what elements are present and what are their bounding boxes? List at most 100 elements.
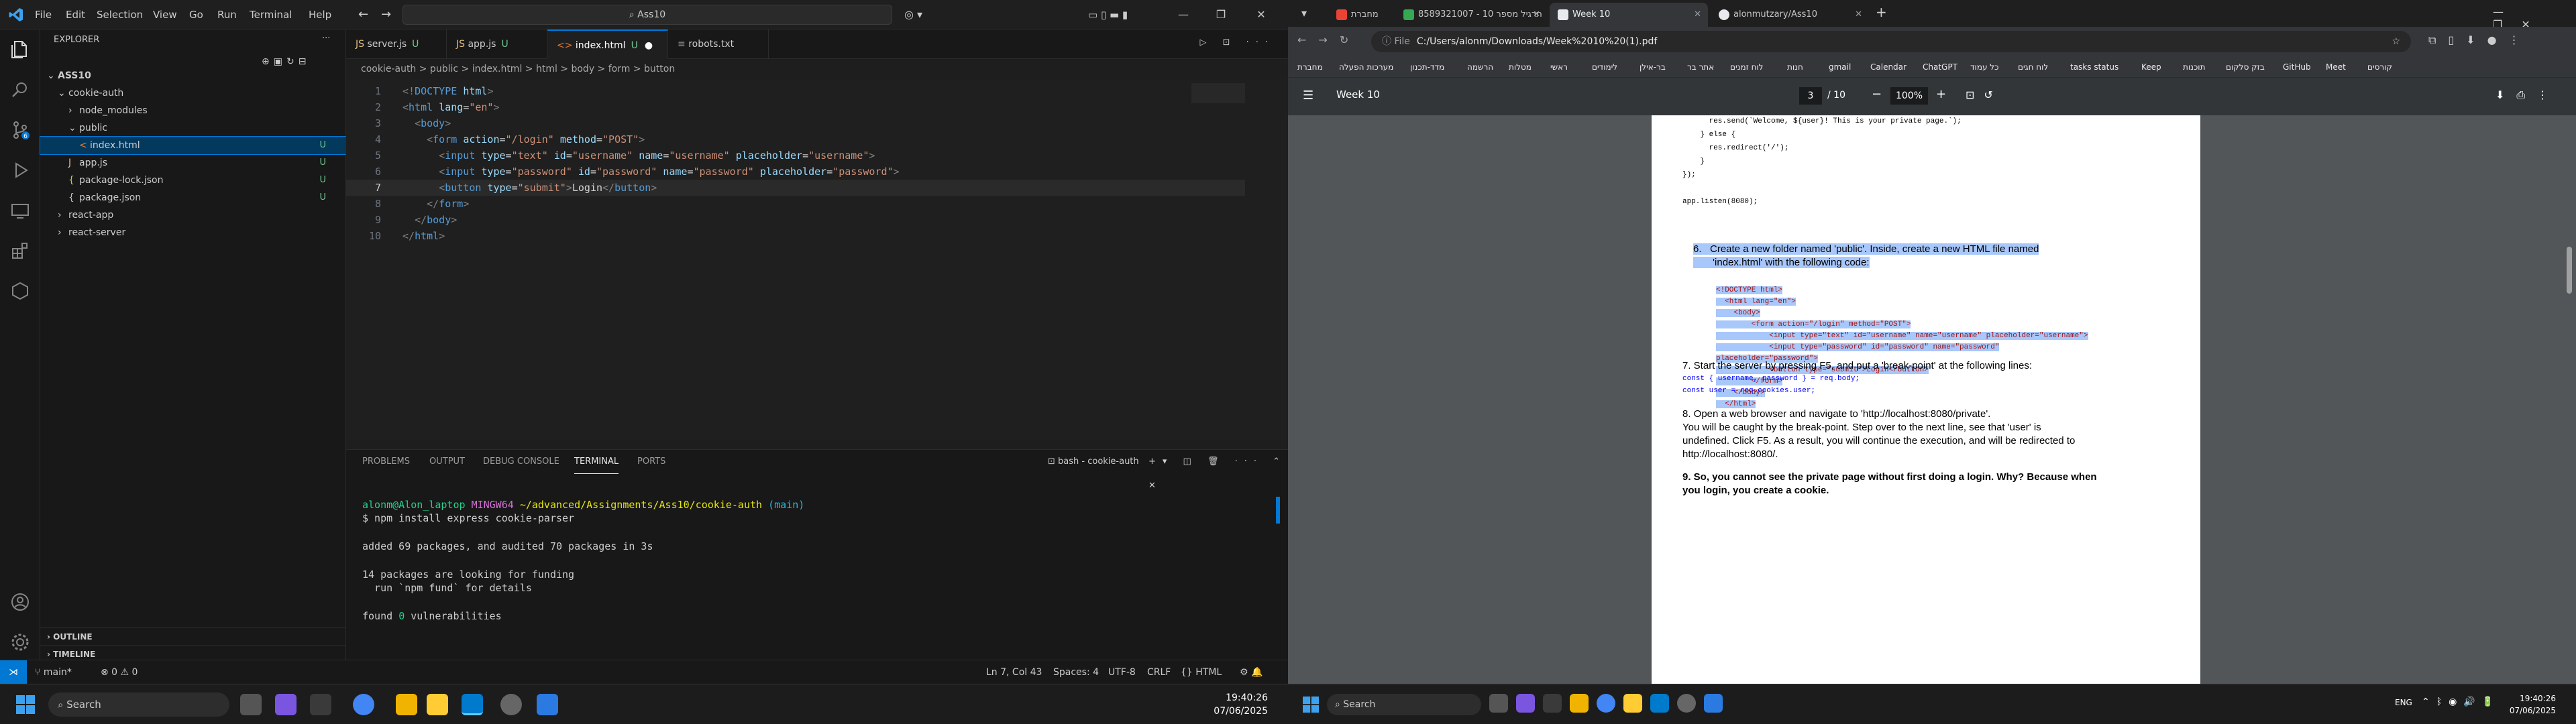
bookmark-item[interactable]: תוכנות — [2183, 61, 2205, 73]
tree-item[interactable]: › node_modules — [40, 102, 346, 119]
bookmark-star-icon[interactable]: ☆ — [2392, 31, 2400, 52]
bookmark-item[interactable]: הרשמה — [1467, 61, 1493, 73]
chrome-tab-notebook[interactable]: מחברת — [1328, 3, 1393, 27]
menu-hamburger-icon[interactable]: ☰ — [1303, 88, 1313, 103]
bookmark-item[interactable]: Keep — [2141, 61, 2161, 73]
bookmark-item[interactable]: בר-אילן — [1640, 61, 1666, 73]
zoom-out-icon[interactable]: − — [1872, 87, 1882, 101]
download-print-icons[interactable]: ⬇⎙⋮ — [2496, 88, 2560, 102]
task-view-icon[interactable] — [240, 694, 262, 715]
nav-buttons-icons[interactable]: ←→↻ — [1297, 34, 1360, 46]
chrome-tab-week10[interactable]: Week 10 ✕ — [1550, 3, 1708, 27]
tree-item[interactable]: < index.html U — [40, 136, 347, 155]
code-editor[interactable]: 1 <!DOCTYPE html> 2 <html lang="en"> 3 <body… — [346, 79, 1288, 441]
pdf-viewer[interactable]: res.send(`Welcome, ${user}! This is your… — [1288, 115, 2576, 684]
code-line[interactable]: 10 </html> — [346, 228, 445, 244]
code-line[interactable]: 3 <body> — [346, 115, 451, 131]
snipping-tool-icon[interactable] — [1704, 694, 1723, 713]
layout-icons[interactable]: ▭ ▯ ▬ ▮ — [1088, 0, 1128, 29]
toolbar-icons[interactable]: ⧉▯⬇●⋮ — [2428, 34, 2532, 47]
tree-item[interactable]: ⌄ public — [40, 119, 346, 137]
remote-explorer-icon[interactable] — [9, 200, 31, 221]
tree-item[interactable]: ⌄ ASS10 — [40, 67, 346, 84]
zoom-in-icon[interactable]: + — [1936, 87, 1946, 101]
windows-start-icon[interactable] — [16, 695, 35, 714]
code-line[interactable]: 7 <button type="submit">Login</button> — [346, 180, 1245, 196]
problems-indicator[interactable]: ⊗ 0 ⚠ 0 — [101, 660, 138, 684]
taskbar-search[interactable]: ⌕ Search — [1327, 694, 1481, 715]
tab-output[interactable]: OUTPUT — [429, 450, 465, 474]
address-bar[interactable]: ⓘ File C:/Users/alonm/Downloads/Week%2010… — [1371, 31, 2411, 52]
menu-edit[interactable]: Edit — [66, 0, 85, 29]
copilot-app-icon[interactable] — [1516, 694, 1535, 713]
bookmark-item[interactable]: לימודים — [1592, 61, 1617, 73]
language-mode[interactable]: {} HTML — [1181, 660, 1222, 684]
tree-item[interactable]: › react-app — [40, 206, 346, 224]
terminal-selector[interactable]: ⊡ bash - cookie-auth — [1048, 450, 1139, 474]
branch-indicator[interactable]: ⑂ main* — [35, 660, 72, 684]
cursor-position[interactable]: Ln 7, Col 43 — [986, 660, 1042, 684]
bookmark-item[interactable]: Calendar — [1870, 61, 1907, 73]
settings-app-icon[interactable] — [500, 694, 522, 715]
tab-robots-txt[interactable]: ≡ robots.txt — [668, 29, 769, 59]
back-arrow-icon[interactable]: ← — [358, 0, 368, 29]
bookmark-item[interactable]: מטלות — [1509, 61, 1532, 73]
bookmark-item[interactable]: tasks status — [2070, 61, 2118, 73]
clock-left[interactable]: 19:40:26 07/06/2025 — [1181, 691, 1268, 718]
windows-start-icon[interactable] — [1303, 697, 1319, 713]
taskbar-search[interactable]: ⌕ Search — [48, 692, 229, 717]
bookmark-item[interactable]: מערכות הפעלה — [1339, 61, 1393, 73]
indentation[interactable]: Spaces: 4 — [1053, 660, 1099, 684]
search-icon[interactable] — [9, 79, 31, 101]
explorer-actions-icons[interactable]: ⊕▣↻⊟ — [262, 56, 310, 67]
minimap[interactable] — [1191, 83, 1245, 103]
more-actions-icon[interactable]: ··· — [322, 34, 330, 44]
fit-rotate-icons[interactable]: ⊡↺ — [1966, 88, 2002, 101]
editor-actions-icons[interactable]: ▷ ⊡ ··· — [1199, 38, 1275, 48]
vscode-app-icon[interactable] — [1650, 694, 1669, 713]
source-control-icon[interactable]: 6 — [9, 119, 31, 141]
task-view-icon[interactable] — [1489, 694, 1508, 713]
chrome-tab-exercise[interactable]: תרגיל מספר 10 - 8589321007 ✕ — [1395, 3, 1547, 27]
tab-debug-console[interactable]: DEBUG CONSOLE — [483, 450, 559, 474]
bookmark-item[interactable]: כל עמוד — [1970, 61, 1998, 73]
menu-go[interactable]: Go — [189, 0, 203, 29]
account-icon[interactable] — [9, 591, 31, 613]
tab-server-js[interactable]: JS server.js U — [346, 29, 447, 59]
tab-search-icon[interactable]: ▾ — [1296, 5, 1312, 21]
terminal-actions-icons[interactable]: +▾ ◫ 🗑 ··· ⌃ ✕ — [1148, 450, 1288, 491]
menu-run[interactable]: Run — [217, 0, 237, 29]
close-tab-icon[interactable]: ✕ — [1694, 3, 1701, 27]
code-line[interactable]: 6 <input type="password" id="password" n… — [346, 164, 900, 180]
code-line[interactable]: 9 </body> — [346, 212, 457, 228]
menu-terminal[interactable]: Terminal — [250, 0, 292, 29]
terminal-scrollbar[interactable] — [1276, 497, 1280, 524]
settings-app-icon[interactable] — [1677, 694, 1696, 713]
bookmark-item[interactable]: מחברת — [1297, 61, 1323, 73]
bookmark-item[interactable]: חנות — [1787, 61, 1803, 73]
bookmark-item[interactable]: מדד-תכנון — [1410, 61, 1444, 73]
code-line[interactable]: 1 <!DOCTYPE html> — [346, 83, 494, 99]
files-app-icon[interactable] — [1623, 694, 1642, 713]
extensions-icon[interactable] — [9, 240, 31, 261]
bookmark-item[interactable]: קורסים — [2367, 61, 2392, 73]
bookmark-item[interactable]: GitHub — [2283, 61, 2311, 73]
chrome-app-icon[interactable] — [353, 694, 374, 715]
unsaved-dot-icon[interactable]: ● — [645, 40, 653, 51]
code-line[interactable]: 4 <form action="/login" method="POST"> — [346, 131, 645, 147]
minimize-icon[interactable]: — — [1165, 0, 1202, 29]
tab-app-js[interactable]: JS app.js U — [447, 29, 547, 59]
tab-index-html[interactable]: <> index.html U ● — [547, 29, 668, 59]
code-line[interactable]: 2 <html lang="en"> — [346, 99, 500, 115]
tab-ports[interactable]: PORTS — [637, 450, 665, 474]
remote-indicator-icon[interactable]: ⋊ — [0, 660, 27, 684]
encoding[interactable]: UTF-8 — [1108, 660, 1136, 684]
menu-help[interactable]: Help — [309, 0, 331, 29]
snipping-tool-icon[interactable] — [537, 694, 558, 715]
run-debug-icon[interactable] — [9, 160, 31, 181]
tree-item[interactable]: Japp.js U — [40, 154, 346, 172]
bookmark-item[interactable]: ראשי — [1550, 61, 1568, 73]
file-explorer-icon[interactable] — [1570, 694, 1589, 713]
terminal-app-icon[interactable] — [1543, 694, 1562, 713]
outline-section[interactable]: › OUTLINE — [40, 627, 346, 645]
